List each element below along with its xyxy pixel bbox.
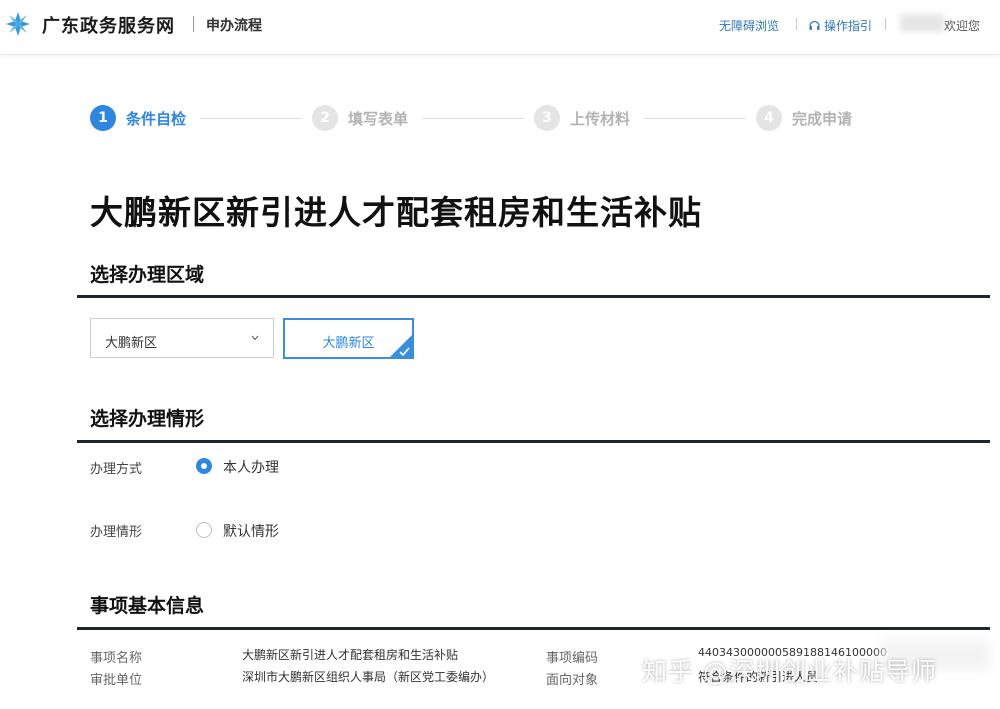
case-label: 办理情形 (90, 525, 143, 540)
site-logo-icon[interactable] (4, 10, 32, 38)
section-divider (77, 440, 990, 443)
case-option-label[interactable]: 默认情形 (223, 521, 279, 541)
step-2: 2 填写表单 (312, 105, 408, 131)
section-divider (77, 295, 990, 298)
basic-info-section-title: 事项基本信息 (90, 595, 205, 617)
step-number: 1 (90, 105, 116, 131)
target-audience-key: 面向对象 (546, 673, 599, 688)
step-label: 完成申请 (792, 109, 853, 128)
step-number: 4 (756, 105, 782, 131)
header-divider (193, 16, 194, 32)
situation-section-title: 选择办理情形 (90, 408, 205, 430)
step-4: 4 完成申请 (756, 105, 852, 131)
method-option-label[interactable]: 本人办理 (223, 457, 279, 477)
region-select-value: 大鹏新区 (105, 336, 158, 351)
method-radio[interactable] (196, 458, 212, 474)
method-label: 办理方式 (90, 462, 143, 477)
item-code-key: 事项编码 (546, 651, 599, 666)
step-label: 条件自检 (126, 109, 187, 128)
chevron-down-icon (251, 335, 259, 341)
header-divider (885, 18, 886, 30)
progress-steps: 1 条件自检 2 填写表单 3 上传材料 4 完成申请 (90, 105, 890, 135)
step-number: 2 (312, 105, 338, 131)
step-number: 3 (534, 105, 560, 131)
step-label: 填写表单 (348, 109, 409, 128)
approval-dept-key: 审批单位 (90, 673, 143, 688)
approval-dept-value: 深圳市大鹏新区组织人事局（新区党工委编办） (242, 670, 495, 684)
blurred-username (900, 14, 944, 32)
brand-name[interactable]: 广东政务服务网 (42, 12, 175, 38)
checkmark-icon (399, 347, 410, 356)
accessible-browse-link[interactable]: 无障碍浏览 (719, 17, 779, 34)
headset-icon (809, 20, 820, 30)
page-title: 大鹏新区新引进人才配套租房和生活补贴 (90, 193, 702, 232)
step-3: 3 上传材料 (534, 105, 630, 131)
step-label: 上传材料 (570, 109, 631, 128)
step-connector (644, 118, 746, 119)
watermark: 知乎 @深圳创业补贴导师 (642, 657, 937, 686)
welcome-text: 欢迎您 (944, 19, 981, 33)
guide-link[interactable]: 操作指引 (808, 17, 872, 34)
flow-name: 申办流程 (206, 18, 262, 34)
top-header: 广东政务服务网 申办流程 无障碍浏览 操作指引 欢迎您 (0, 0, 1000, 55)
region-select[interactable]: 大鹏新区 (90, 318, 274, 358)
step-connector (200, 118, 302, 119)
step-connector (422, 118, 524, 119)
region-option-selected[interactable]: 大鹏新区 (283, 318, 414, 359)
step-1: 1 条件自检 (90, 105, 186, 131)
guide-link-label: 操作指引 (824, 19, 873, 33)
header-divider (796, 18, 797, 30)
case-radio[interactable] (196, 522, 212, 538)
section-divider (77, 627, 990, 630)
item-name-value: 大鹏新区新引进人才配套租房和生活补贴 (242, 648, 459, 662)
region-section-title: 选择办理区域 (90, 264, 205, 286)
item-name-key: 事项名称 (90, 651, 143, 666)
